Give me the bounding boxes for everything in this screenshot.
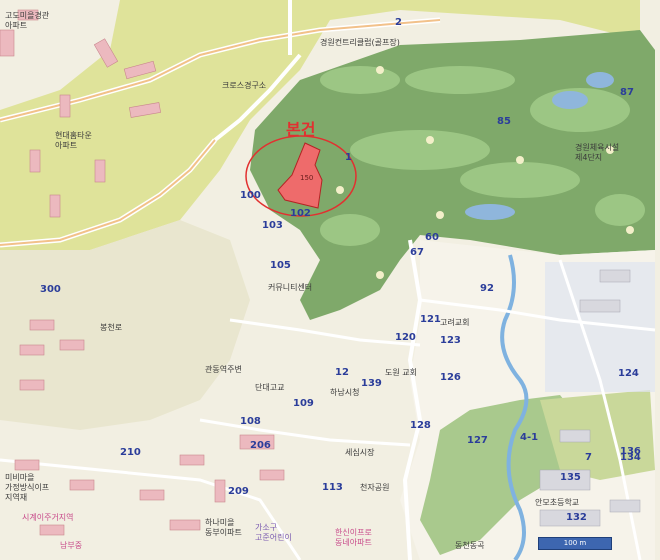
lot-number: 139 <box>361 378 382 389</box>
lot-number: 113 <box>322 482 343 493</box>
lot-number: 108 <box>240 416 261 427</box>
lot-number: 126 <box>440 372 461 383</box>
lot-number: 120 <box>395 332 416 343</box>
place-label: 단대고교 <box>255 382 284 392</box>
lot-number: 136 <box>620 446 641 457</box>
lot-number: 210 <box>120 447 141 458</box>
pond <box>552 91 588 109</box>
lot-number: 124 <box>618 368 639 379</box>
pond <box>465 204 515 220</box>
lot-number: 60 <box>425 232 439 243</box>
place-label: 하남시청 <box>330 387 359 397</box>
lot-number: 67 <box>410 247 424 258</box>
lot-number: 135 <box>560 472 581 483</box>
lot-number: 2 <box>395 17 402 28</box>
lot-number: 105 <box>270 260 291 271</box>
place-label: 고려교회 <box>440 317 469 327</box>
lot-number: 103 <box>262 220 283 231</box>
lot-number: 209 <box>228 486 249 497</box>
lot-number: 121 <box>420 314 441 325</box>
place-label: 천자공원 <box>360 482 389 492</box>
place-label: 시계이주거지역 <box>22 512 74 522</box>
place-label: 안모초등학교 <box>535 497 579 507</box>
place-label: 커뮤니티센터 <box>268 282 312 292</box>
lot-number: 87 <box>620 87 634 98</box>
lot-number: 4-1 <box>520 432 538 443</box>
lot-number: 128 <box>410 420 431 431</box>
lot-number: 132 <box>566 512 587 523</box>
pond <box>586 72 614 88</box>
place-label: 관동역주변 <box>205 364 242 374</box>
map-canvas[interactable]: 본건 150 고도미을경관 아파트 현대홈타운 아파트 경원컨트리클럽(골프장) 경… <box>0 0 660 560</box>
lot-number: 100 <box>240 190 261 201</box>
lot-number: 102 <box>290 208 311 219</box>
place-label: 경원컨트리클럽(골프장) <box>320 37 400 47</box>
lot-number: 300 <box>40 284 61 295</box>
highlight-label: 본건 <box>286 120 315 139</box>
lot-number: 123 <box>440 335 461 346</box>
place-label: 봉천로 <box>100 322 122 332</box>
map-svg: 본건 150 고도미을경관 아파트 현대홈타운 아파트 경원컨트리클럽(골프장) 경… <box>0 0 660 560</box>
lot-number: 92 <box>480 283 494 294</box>
place-label: 도원 교회 <box>385 368 417 377</box>
lot-number: 206 <box>250 440 271 451</box>
place-label: 남부중 <box>60 541 82 550</box>
lot-number: 7 <box>585 452 592 463</box>
place-label: 크로스경구소 <box>222 80 266 90</box>
lot-number: 1 <box>345 152 352 163</box>
scale-text: 100 m <box>563 539 587 547</box>
lot-number: 109 <box>293 398 314 409</box>
lot-number: 127 <box>467 435 488 446</box>
place-label: 동천동곡 <box>455 540 484 550</box>
place-label: 세심시장 <box>345 447 375 457</box>
lot-number: 85 <box>497 116 511 127</box>
scale-bar: 100 m <box>538 537 612 550</box>
lot-number: 12 <box>335 367 349 378</box>
parcel-number: 150 <box>300 174 313 182</box>
